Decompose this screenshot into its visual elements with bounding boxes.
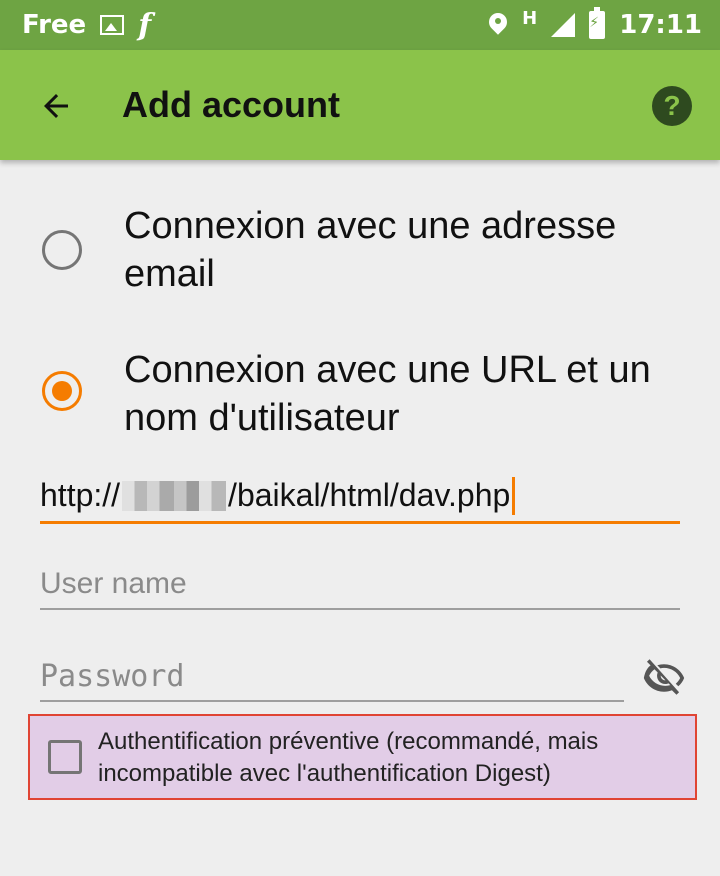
url-prefix: http:// — [40, 477, 121, 513]
location-icon — [488, 12, 508, 38]
carrier-name: Free — [22, 10, 87, 40]
eye-off-icon — [643, 659, 685, 695]
login-option-email[interactable] — [42, 230, 82, 270]
password-field[interactable] — [40, 652, 624, 702]
login-option-url[interactable] — [42, 371, 82, 411]
base-url-input[interactable]: http:// /baikal/html/dav.php — [40, 470, 680, 524]
app-f-notification-icon: f — [138, 7, 152, 43]
password-input[interactable] — [40, 658, 624, 694]
radio-email[interactable] — [42, 230, 82, 270]
toggle-password-visibility-button[interactable] — [638, 656, 690, 700]
battery-charging-icon — [589, 7, 606, 39]
signal-icon — [551, 13, 576, 37]
help-button[interactable]: ? — [652, 86, 692, 126]
image-notification-icon — [100, 15, 125, 35]
username-field[interactable] — [40, 560, 680, 610]
username-input[interactable] — [40, 567, 680, 601]
status-clock: 17:11 — [619, 10, 702, 40]
preemptive-auth-checkbox[interactable] — [48, 740, 82, 774]
page-title: Add account — [122, 84, 341, 125]
login-option-email-label[interactable]: Connexion avec une adresse email — [124, 202, 704, 298]
network-type: H — [522, 7, 538, 29]
arrow-left-icon — [44, 94, 68, 118]
app-toolbar: Add account ? — [0, 50, 720, 160]
text-cursor — [512, 476, 516, 515]
preemptive-auth-option[interactable]: Authentification préventive (recommandé,… — [28, 714, 697, 800]
redacted-host — [122, 480, 227, 511]
back-button[interactable] — [36, 86, 76, 126]
radio-url[interactable] — [42, 371, 82, 411]
url-suffix: /baikal/html/dav.php — [228, 477, 511, 513]
preemptive-auth-label[interactable]: Authentification préventive (recommandé,… — [98, 726, 698, 790]
login-option-url-label[interactable]: Connexion avec une URL et un nom d'utili… — [124, 346, 704, 442]
status-bar: Free f H 17:11 — [0, 0, 720, 50]
help-circle-icon: ? — [663, 90, 681, 121]
